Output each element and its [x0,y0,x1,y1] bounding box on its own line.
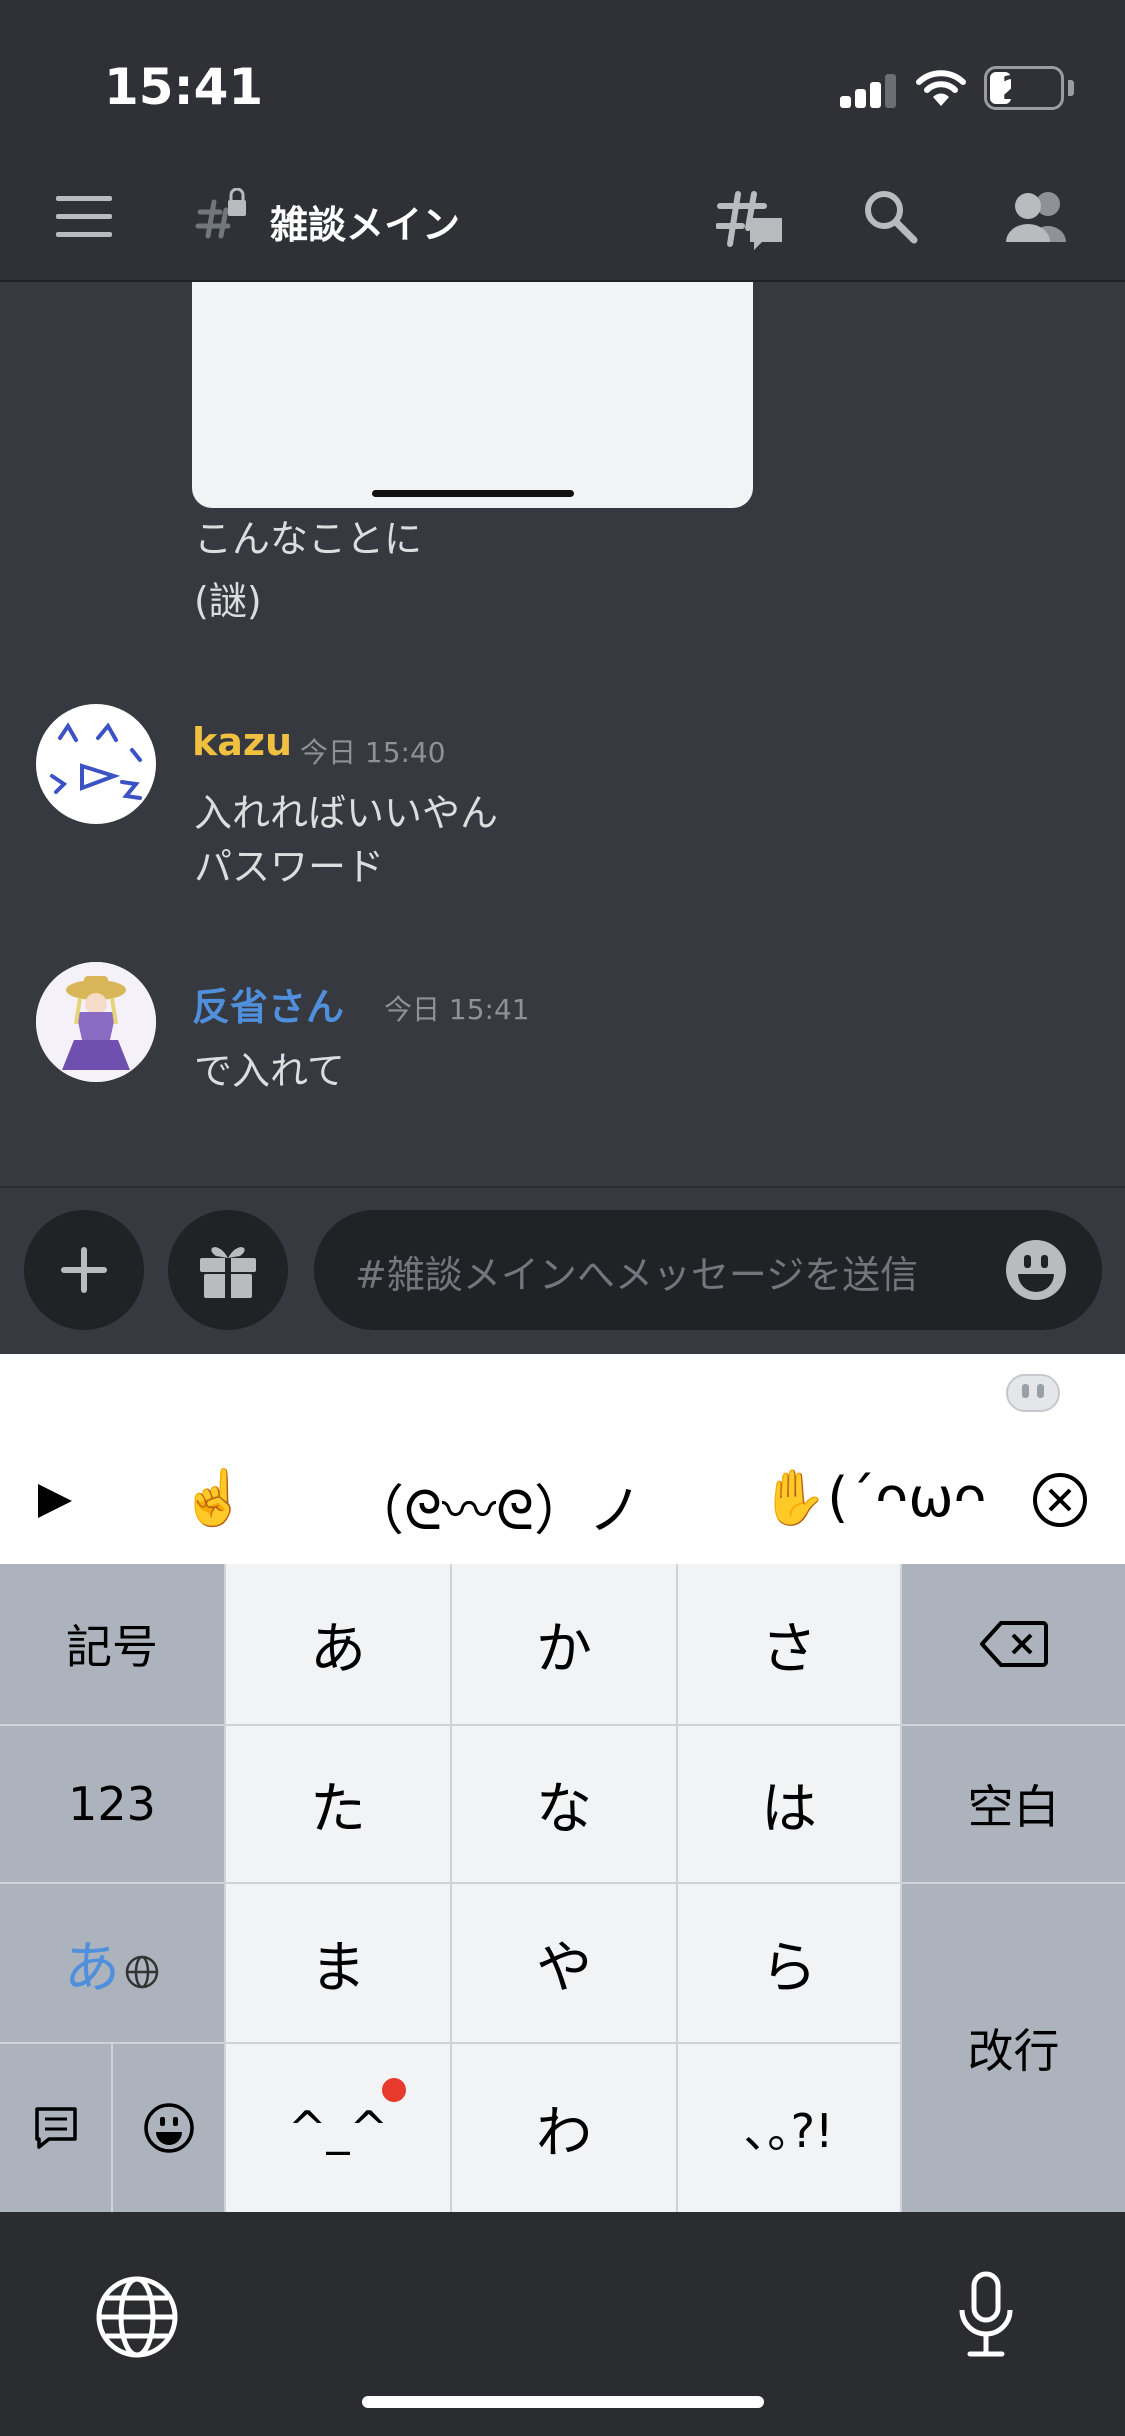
gift-button[interactable] [168,1210,288,1330]
suggestion-item[interactable]: ✋(´ᴖωᴖ [760,1466,990,1530]
image-home-bar [372,490,574,497]
key-ha[interactable]: は [678,1726,900,1882]
message-line: こんなことに [194,517,423,561]
avatar[interactable] [36,962,156,1082]
add-attachment-button[interactable] [24,1210,144,1330]
key-delete[interactable] [902,1564,1125,1724]
keyboard-assistant-icon[interactable] [1004,1372,1062,1418]
kana-keyboard: 記号 あ か さ 123 た な は 空白 あ ま や ら 改行 ^_^ わ ､… [0,1564,1125,2212]
message-line: (謎) [194,579,262,623]
message-line: 入れればいいやん [194,791,499,835]
key-na[interactable]: な [452,1726,676,1882]
message-author[interactable]: 反省さん [192,976,344,1031]
key-emoji[interactable] [113,2044,224,2212]
image-attachment[interactable] [192,282,753,508]
channel-header [0,168,1125,282]
key-symbols[interactable]: 記号 [0,1564,224,1724]
message-author[interactable]: kazu [192,720,292,764]
smile-icon [143,2103,194,2153]
key-ra[interactable]: ら [678,1884,900,2042]
key-wa[interactable]: わ [452,2044,676,2212]
menu-icon[interactable] [56,196,112,237]
key-enter[interactable]: 改行 [902,1884,1125,2212]
home-indicator [362,2396,764,2408]
members-icon[interactable] [1004,190,1068,242]
key-ya[interactable]: や [452,1884,676,2042]
battery-icon: 22 [984,66,1064,110]
message-timestamp: 今日 15:40 [300,736,446,769]
channel-name[interactable]: 雑談メイン [270,194,460,249]
key-ka[interactable]: か [452,1564,676,1724]
message-timestamp: 今日 15:41 [384,993,530,1026]
search-icon[interactable] [862,188,918,244]
cellular-signal-icon [840,74,896,108]
globe-icon[interactable] [94,2274,180,2360]
key-punctuation[interactable]: ､｡?! [678,2044,900,2212]
key-sa[interactable]: さ [678,1564,900,1724]
kana-switch-label: あ [64,1935,120,2001]
emoji-icon[interactable] [1004,1238,1068,1302]
key-ta[interactable]: た [226,1726,450,1882]
threads-icon[interactable] [715,188,784,252]
message-line: で入れて [194,1049,345,1093]
message-line: パスワード [194,845,385,889]
suggestion-item[interactable]: ☝️ [180,1466,247,1530]
key-a[interactable]: あ [226,1564,450,1724]
avatar[interactable] [36,704,156,824]
battery-level: 22 [1001,69,1047,107]
key-memo[interactable] [0,2044,111,2212]
key-space[interactable]: 空白 [902,1726,1125,1882]
message-input-placeholder: #雑談メインへメッセージを送信 [355,1253,919,1297]
locked-channel-icon [194,187,250,244]
kaomoji-label: ^_^ [287,2101,389,2155]
notification-dot [382,2078,406,2102]
microphone-icon[interactable] [954,2270,1018,2360]
suggestion-item[interactable]: （ᘓ〰ᘓ）ノ [350,1466,642,1545]
key-kana-switch[interactable]: あ [0,1884,224,2042]
key-ma[interactable]: ま [226,1884,450,2042]
globe-icon [125,1955,159,1989]
clock: 15:41 [104,58,264,116]
delete-icon [979,1621,1048,1667]
memo-icon [34,2107,77,2149]
close-suggestions-icon[interactable] [1032,1472,1088,1528]
suggestion-expand-icon[interactable] [34,1480,76,1522]
key-kaomoji[interactable]: ^_^ [226,2044,450,2212]
key-numbers[interactable]: 123 [0,1726,224,1882]
wifi-icon [916,68,966,108]
